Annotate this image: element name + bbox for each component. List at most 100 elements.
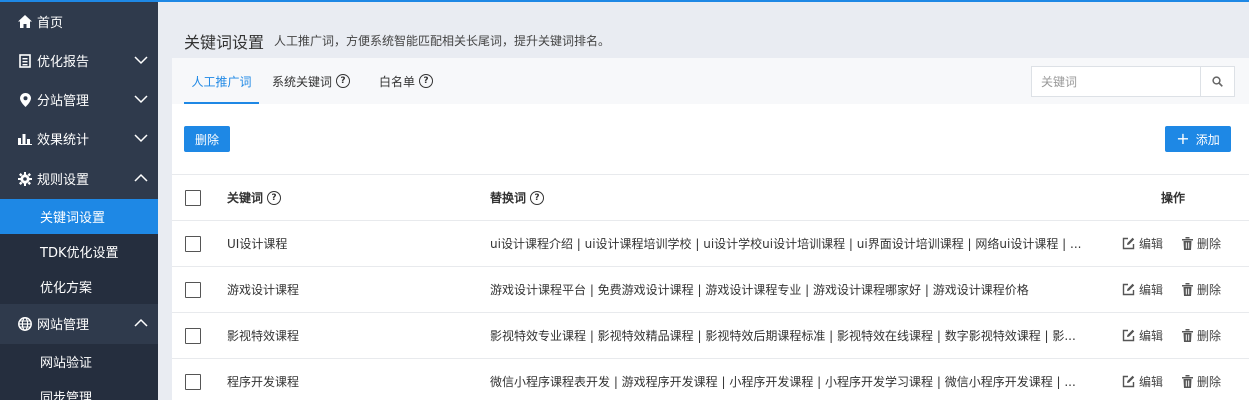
bar-chart-icon: [18, 132, 32, 146]
chevron-up-icon: [134, 318, 148, 327]
sidebar-item-site-management[interactable]: 网站管理: [0, 304, 158, 343]
edit-button[interactable]: 编辑: [1122, 327, 1163, 344]
search-icon: [1212, 76, 1223, 87]
sidebar-item-label: 规则设置: [37, 173, 90, 188]
chevron-down-icon: [134, 134, 148, 143]
edit-icon: [1122, 283, 1135, 296]
delete-label: 删除: [1197, 329, 1222, 343]
delete-label: 删除: [1197, 375, 1222, 389]
row-delete-button[interactable]: 删除: [1182, 281, 1221, 298]
sidebar-item-label: 效果统计: [37, 133, 90, 148]
help-icon[interactable]: ?: [336, 74, 351, 88]
trash-icon: [1182, 237, 1193, 250]
help-icon[interactable]: ?: [419, 74, 434, 88]
row-delete-button[interactable]: 删除: [1182, 235, 1221, 252]
replace-cell: ui设计课程介绍 | ui设计课程培训学校 | ui设计学校ui设计培训课程 |…: [490, 237, 1082, 251]
table-row: UI设计课程 ui设计课程介绍 | ui设计课程培训学校 | ui设计学校ui设…: [172, 220, 1249, 266]
plus-icon: +: [1176, 129, 1190, 148]
replace-cell: 游戏设计课程平台 | 免费游戏设计课程 | 游戏设计课程专业 | 游戏设计课程哪…: [490, 283, 1029, 297]
delete-label: 删除: [1197, 237, 1222, 251]
help-icon[interactable]: ?: [530, 190, 545, 205]
sidebar-item-label: 网站管理: [37, 318, 90, 333]
chevron-down-icon: [134, 56, 148, 65]
page-header: 关键词设置 人工推广词，方便系统智能匹配相关长尾词，提升关键词排名。: [158, 2, 1249, 58]
tab-whitelist[interactable]: 白名单 ?: [379, 58, 434, 104]
sidebar-subitem-tdk[interactable]: TDK优化设置: [0, 234, 158, 269]
row-checkbox[interactable]: [185, 235, 201, 252]
sidebar: 首页 优化报告 分站管理 效果统计 规则设置 关键词设置 TDK优化设置 优化方…: [0, 0, 158, 400]
edit-label: 编辑: [1139, 283, 1164, 297]
sidebar-subitem-keyword-settings[interactable]: 关键词设置: [0, 199, 158, 234]
tab-bar: 人工推广词 系统关键词 ? 白名单 ?: [172, 58, 1249, 104]
keyword-cell: 程序开发课程: [227, 375, 300, 389]
tab-label: 人工推广词: [191, 74, 252, 89]
row-delete-button[interactable]: 删除: [1182, 373, 1221, 390]
sidebar-item-rules[interactable]: 规则设置: [0, 159, 158, 198]
edit-icon: [1122, 329, 1135, 342]
sidebar-subitem-site-verify[interactable]: 网站验证: [0, 344, 158, 379]
tab-manual-keywords[interactable]: 人工推广词: [184, 58, 259, 104]
keyword-cell: 影视特效课程: [227, 329, 300, 343]
row-delete-button[interactable]: 删除: [1182, 327, 1221, 344]
tab-label: 白名单: [379, 74, 416, 89]
content-panel: 人工推广词 系统关键词 ? 白名单 ? 删除 + 添加 关键词 ?: [172, 58, 1249, 400]
sidebar-item-substations[interactable]: 分站管理: [0, 80, 158, 119]
keyword-table: 关键词 ? 替换词 ? 操作 UI设计课程 ui设计课程介绍 | ui设计课程培…: [172, 174, 1249, 400]
sidebar-item-label: 优化报告: [37, 55, 90, 70]
delete-button[interactable]: 删除: [184, 126, 230, 152]
chevron-down-icon: [134, 95, 148, 104]
edit-button[interactable]: 编辑: [1122, 235, 1163, 252]
document-icon: [18, 53, 32, 68]
select-all-checkbox[interactable]: [185, 189, 201, 206]
column-header-keyword: 关键词 ?: [227, 189, 282, 206]
help-icon[interactable]: ?: [267, 190, 282, 205]
replace-cell: 微信小程序课程表开发 | 游戏程序开发课程 | 小程序开发课程 | 小程序开发学…: [490, 375, 1076, 389]
column-header-label: 关键词: [227, 191, 264, 205]
delete-label: 删除: [1197, 283, 1222, 297]
search-button[interactable]: [1200, 67, 1234, 96]
chevron-up-icon: [134, 173, 148, 182]
table-row: 游戏设计课程 游戏设计课程平台 | 免费游戏设计课程 | 游戏设计课程专业 | …: [172, 266, 1249, 312]
sidebar-subitem-plan[interactable]: 优化方案: [0, 269, 158, 304]
add-button-label: 添加: [1195, 132, 1220, 147]
page-title: 关键词设置: [184, 33, 265, 52]
table-row: 影视特效课程 影视特效专业课程 | 影视特效精品课程 | 影视特效后期课程标准 …: [172, 312, 1249, 358]
gear-icon: [18, 171, 32, 186]
table-header-row: 关键词 ? 替换词 ? 操作: [172, 174, 1249, 220]
tab-system-keywords[interactable]: 系统关键词 ?: [272, 58, 351, 104]
table-row: 程序开发课程 微信小程序课程表开发 | 游戏程序开发课程 | 小程序开发课程 |…: [172, 358, 1249, 400]
sidebar-item-home[interactable]: 首页: [0, 2, 158, 41]
search-input[interactable]: [1032, 67, 1200, 96]
edit-icon: [1122, 237, 1135, 250]
sidebar-item-label: 分站管理: [37, 94, 90, 109]
row-checkbox[interactable]: [185, 327, 201, 344]
page-description: 人工推广词，方便系统智能匹配相关长尾词，提升关键词排名。: [274, 34, 611, 48]
sidebar-item-label: 首页: [37, 16, 64, 31]
add-button[interactable]: + 添加: [1165, 126, 1231, 152]
row-checkbox[interactable]: [185, 373, 201, 390]
replace-cell: 影视特效专业课程 | 影视特效精品课程 | 影视特效后期课程标准 | 影视特效在…: [490, 329, 1076, 343]
edit-button[interactable]: 编辑: [1122, 281, 1163, 298]
top-accent-line: [0, 0, 1249, 2]
trash-icon: [1182, 283, 1193, 296]
map-pin-icon: [18, 92, 32, 107]
trash-icon: [1182, 329, 1193, 342]
column-header-replace: 替换词 ?: [490, 189, 1088, 206]
edit-label: 编辑: [1139, 375, 1164, 389]
column-header-ops: 操作: [1161, 191, 1186, 205]
edit-icon: [1122, 375, 1135, 388]
keyword-cell: 游戏设计课程: [227, 283, 300, 297]
home-icon: [18, 15, 32, 29]
row-checkbox[interactable]: [185, 281, 201, 298]
sidebar-item-report[interactable]: 优化报告: [0, 41, 158, 80]
globe-icon: [18, 316, 32, 331]
trash-icon: [1182, 375, 1193, 388]
edit-label: 编辑: [1139, 329, 1164, 343]
sidebar-subitem-sync[interactable]: 同步管理: [0, 379, 158, 400]
sidebar-item-stats[interactable]: 效果统计: [0, 119, 158, 158]
search-box: [1031, 66, 1235, 97]
edit-button[interactable]: 编辑: [1122, 373, 1163, 390]
column-header-label: 替换词: [490, 191, 527, 205]
keyword-cell: UI设计课程: [227, 237, 288, 251]
tab-label: 系统关键词: [272, 74, 333, 89]
